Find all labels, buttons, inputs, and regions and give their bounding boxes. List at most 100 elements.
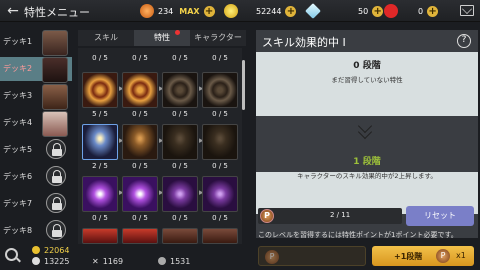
trait-points-value: 2 / 11 <box>330 211 351 219</box>
mail-icon[interactable] <box>460 5 474 16</box>
lock-icon <box>46 220 66 240</box>
requirement-note: このレベルを習得するには特性ポイントが1ポイント必要です。 <box>258 231 458 239</box>
trait-slot[interactable] <box>122 228 158 244</box>
current-rank-desc: まだ習得していない特性 <box>331 76 403 84</box>
add-feather-button[interactable]: + <box>203 5 215 17</box>
trait-count: 0 / 5 <box>172 110 188 118</box>
trait-count: 0 / 5 <box>172 54 188 62</box>
character-portrait <box>42 30 68 56</box>
heart-icon <box>32 257 40 265</box>
trait-count: 0 / 5 <box>212 214 228 222</box>
heart-resource: 0 + <box>384 3 439 19</box>
trait-count: 0 / 5 <box>92 54 108 62</box>
trait-count: 0 / 5 <box>132 214 148 222</box>
sword-icon: ✕ <box>92 257 99 266</box>
trait-count: 5 / 5 <box>92 110 108 118</box>
lock-icon <box>46 166 66 186</box>
trait-slot[interactable] <box>122 124 158 160</box>
tab-character[interactable]: キャラクター <box>190 30 246 46</box>
gem-count: 50 <box>358 6 369 16</box>
add-heart-button[interactable]: + <box>427 5 439 17</box>
deck-item-5[interactable]: デッキ5 <box>0 138 72 162</box>
trait-slot[interactable] <box>202 124 238 160</box>
character-portrait <box>42 111 68 137</box>
deck-item-1[interactable]: デッキ1 <box>0 30 72 56</box>
gem-resource: 50 + <box>305 3 384 19</box>
power-stat: 1531 <box>158 257 190 266</box>
trait-slot[interactable] <box>162 228 198 244</box>
screen-title: 特性メニュー <box>24 6 90 19</box>
deck-label: デッキ2 <box>3 64 33 73</box>
character-portrait <box>42 57 68 83</box>
trait-point-icon: P <box>265 250 279 264</box>
heart-icon <box>384 4 398 18</box>
gold-stat: 22064 <box>32 246 69 255</box>
trait-count: 0 / 5 <box>132 162 148 170</box>
lock-icon <box>46 193 66 213</box>
gold-stat-value: 22064 <box>44 246 70 255</box>
tab-trait-label: 特性 <box>154 33 170 42</box>
trait-slot[interactable] <box>162 176 198 212</box>
trait-count: 0 / 5 <box>132 54 148 62</box>
trait-point-icon: P <box>260 209 274 223</box>
heart-stat: 13225 <box>32 257 69 266</box>
heart-stat-value: 13225 <box>44 257 70 266</box>
power-stat-value: 1531 <box>170 257 191 266</box>
deck-list: デッキ1 デッキ2 デッキ3 デッキ4 デッキ5 デッキ6 デッキ7 デッキ8 <box>0 30 74 240</box>
add-gem-button[interactable]: + <box>372 5 384 17</box>
deck-item-3[interactable]: デッキ3 <box>0 84 72 110</box>
tab-trait[interactable]: 特性 <box>134 30 190 46</box>
learn-rank-label: +1段階 <box>394 252 423 261</box>
help-icon[interactable]: ? <box>457 34 471 48</box>
trait-slot[interactable] <box>82 72 118 108</box>
trait-slot[interactable] <box>162 72 198 108</box>
deck-item-8[interactable]: デッキ8 <box>0 219 72 243</box>
trait-slot[interactable] <box>162 124 198 160</box>
learn-rank-button[interactable]: +1段階 P x1 <box>372 246 474 266</box>
character-portrait <box>42 84 68 110</box>
deck-item-2[interactable]: デッキ2 <box>0 57 72 83</box>
back-arrow-icon[interactable]: ← <box>4 2 22 20</box>
trait-count: 2 / 5 <box>92 162 108 170</box>
feather-resource: 234 MAX + <box>140 3 215 19</box>
trait-point-icon: P <box>436 249 450 263</box>
reset-button[interactable]: リセット <box>406 206 474 226</box>
deck-label: デッキ8 <box>3 226 33 235</box>
max-label: MAX <box>179 6 200 16</box>
trait-grid: 0 / 5 0 / 5 0 / 5 0 / 5 ▸ ▸ ▸ 5 / 5 0 / … <box>78 48 242 244</box>
deck-label: デッキ7 <box>3 199 33 208</box>
deck-label: デッキ3 <box>3 91 33 100</box>
tab-bar: スキル 特性 キャラクター <box>78 30 246 46</box>
learn-button-disabled[interactable]: P <box>258 246 366 266</box>
notification-dot <box>175 30 180 35</box>
attack-stat: ✕ 1169 <box>92 257 123 266</box>
trait-slot-selected[interactable] <box>82 124 118 160</box>
next-rank: 1 段階 <box>353 157 381 167</box>
trait-slot[interactable] <box>122 176 158 212</box>
top-bar: ← 特性メニュー 234 MAX + 52244 + 50 + 0 + <box>0 0 480 22</box>
grid-scrollbar[interactable] <box>242 60 245 110</box>
trait-count: 0 / 5 <box>132 110 148 118</box>
trait-slot[interactable] <box>122 72 158 108</box>
feather-count: 234 <box>158 6 174 16</box>
deck-label: デッキ1 <box>3 37 33 46</box>
tab-skill[interactable]: スキル <box>78 30 134 46</box>
trait-slot[interactable] <box>202 176 238 212</box>
search-icon[interactable] <box>5 248 18 261</box>
deck-item-4[interactable]: デッキ4 <box>0 111 72 137</box>
diamond-icon <box>305 3 321 19</box>
deck-item-6[interactable]: デッキ6 <box>0 165 72 189</box>
deck-label: デッキ5 <box>3 145 33 154</box>
heart-count: 0 <box>418 6 424 16</box>
add-gold-button[interactable]: + <box>285 5 297 17</box>
trait-slot[interactable] <box>202 228 238 244</box>
power-icon <box>158 257 166 265</box>
trait-slot[interactable] <box>202 72 238 108</box>
gold-coin-icon <box>32 246 40 254</box>
trait-slot[interactable] <box>82 176 118 212</box>
trait-count: 0 / 5 <box>212 162 228 170</box>
trait-count: 0 / 5 <box>92 214 108 222</box>
deck-item-7[interactable]: デッキ7 <box>0 192 72 216</box>
trait-slot[interactable] <box>82 228 118 244</box>
deck-label: デッキ4 <box>3 118 33 127</box>
